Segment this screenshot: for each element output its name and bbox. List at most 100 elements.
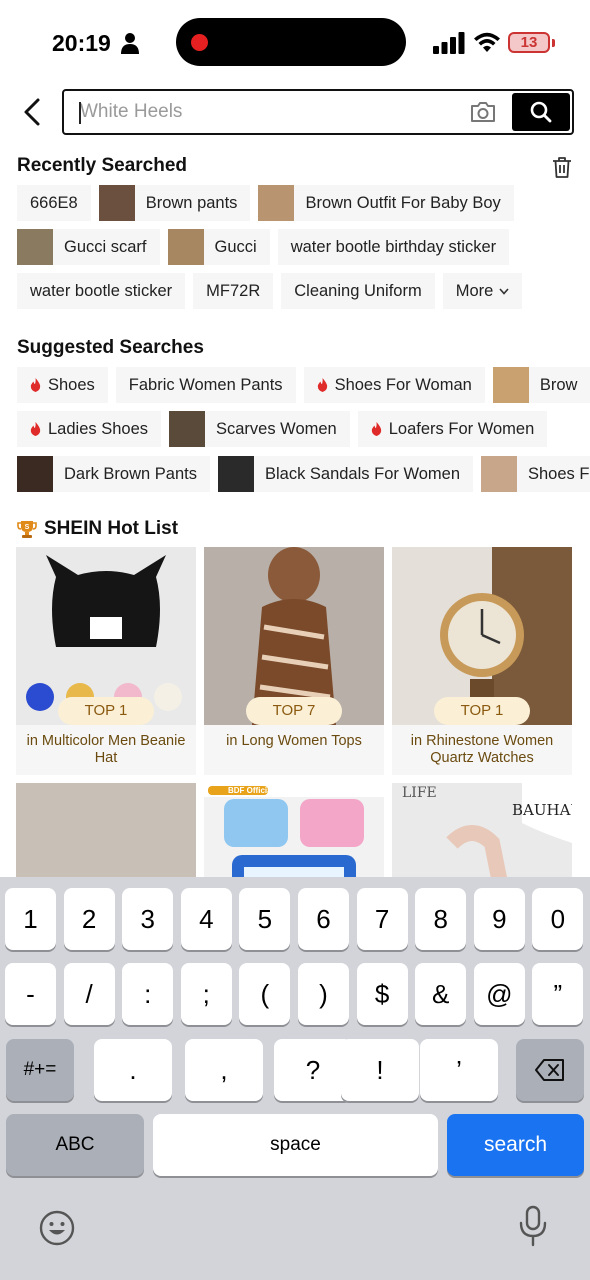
recent-search-chip[interactable]: water bootle sticker [17,273,186,309]
recent-search-chip[interactable]: 666E8 [17,185,91,221]
wifi-icon [474,32,500,52]
recent-search-row: 666E8 Brown pants Brown Outfit For Baby Bo… [17,185,514,221]
suggested-search-chip[interactable]: Scarves Women [169,411,350,447]
chip-label: water bootle sticker [30,281,173,300]
trash-icon[interactable] [551,156,573,178]
hot-list-card[interactable]: TOP 1 in Rhinestone Women Quartz Watches [392,547,572,775]
recent-search-chip[interactable]: Brown pants [98,185,251,221]
chip-label: water bootle birthday sticker [290,237,497,256]
suggested-search-chip[interactable]: Brow [492,367,590,403]
flame-icon [371,422,381,436]
key-symbol[interactable]: ” [532,963,584,1025]
hot-list-title: SHEIN Hot List [44,518,179,539]
key-symbol[interactable]: & [415,963,467,1025]
svg-text:S: S [25,524,30,531]
back-arrow-icon[interactable] [20,96,46,128]
search-input[interactable] [80,91,460,133]
chip-label: Brown Outfit For Baby Boy [305,193,501,212]
backspace-key[interactable] [516,1039,584,1101]
card-caption: in Multicolor Men Beanie Hat [26,733,186,766]
suggested-search-chip[interactable]: Dark Brown Pants [17,456,210,492]
key-5[interactable]: 6 [298,888,349,950]
suggested-search-chip[interactable]: Shoes For Woman [303,367,485,403]
person-icon [121,33,139,54]
recent-search-chip[interactable]: Brown Outfit For Baby Boy [258,185,514,221]
chip-label: Black Sandals For Women [264,464,460,483]
rank-badge: TOP 1 [58,697,154,725]
rank-badge: TOP 7 [246,697,342,725]
key-9[interactable]: 0 [532,888,584,950]
chip-thumbnail [169,411,205,447]
key-symbol[interactable]: - [5,963,56,1025]
key-0[interactable]: 1 [5,888,56,950]
flame-icon [30,422,41,436]
chip-thumbnail [492,367,529,403]
key-punctuation[interactable]: ’ [420,1039,498,1101]
hot-list-card[interactable]: TOP 7 in Long Women Tops [204,547,384,775]
abc-key[interactable]: ABC [6,1114,144,1176]
camera-icon[interactable] [469,100,497,124]
recent-search-chip[interactable]: Gucci scarf [17,229,160,265]
search-bar[interactable] [62,89,574,135]
hot-list-card[interactable]: TOP 1 in Multicolor Men Beanie Hat [16,547,196,775]
chevron-down-icon [499,287,509,295]
key-6[interactable]: 7 [356,888,408,950]
key-1[interactable]: 2 [63,888,115,950]
chip-label: Brow [539,375,578,394]
key-symbol[interactable]: / [63,963,115,1025]
chip-label: Loafers For Women [388,419,535,438]
suggested-search-chip[interactable]: Ladies Shoes [17,411,161,447]
suggested-search-chip[interactable]: Loafers For Women [357,411,548,447]
key-punctuation[interactable]: ! [341,1039,419,1101]
emoji-icon[interactable] [38,1209,76,1247]
symbols-mode-key[interactable]: #+= [6,1039,74,1101]
key-symbol[interactable]: : [122,963,174,1025]
suggested-search-row: Ladies Shoes Scarves Women Loafers For Wom… [17,411,548,447]
key-7[interactable]: 8 [415,888,467,950]
text-caret [79,102,81,124]
recently-searched-title: Recently Searched [17,155,188,176]
suggested-searches-title: Suggested Searches [17,337,204,358]
suggested-search-chip[interactable]: Fabric Women Pants [115,367,296,403]
key-2[interactable]: 3 [122,888,174,950]
key-3[interactable]: 4 [180,888,232,950]
recent-search-chip[interactable]: MF72R [193,273,274,309]
rank-badge: TOP 1 [434,697,530,725]
recent-search-row: water bootle sticker MF72R Cleaning Unifor… [17,273,523,309]
key-8[interactable]: 9 [473,888,525,950]
key-symbol[interactable]: $ [356,963,408,1025]
recent-search-chip[interactable]: water bootle birthday sticker [277,229,510,265]
search-button[interactable] [512,93,570,131]
backspace-icon [535,1059,564,1081]
search-icon [530,101,552,123]
key-punctuation[interactable]: , [185,1039,263,1101]
more-button[interactable]: More [442,273,523,309]
chip-label: Scarves Women [216,419,337,438]
chip-thumbnail [17,229,53,265]
chip-thumbnail [98,185,135,221]
space-key[interactable]: space [153,1114,438,1176]
status-bar: 20:19 13 [0,0,590,86]
chip-label: Shoes For Woman [334,375,472,394]
search-key[interactable]: search [447,1114,584,1176]
key-symbol[interactable]: @ [473,963,525,1025]
key-4[interactable]: 5 [239,888,291,950]
chip-thumbnail [481,456,517,492]
chip-thumbnail [167,229,204,265]
suggested-search-chip[interactable]: Black Sandals For Women [217,456,473,492]
microphone-icon[interactable] [518,1205,548,1247]
recent-search-chip[interactable]: Gucci [167,229,270,265]
recent-search-chip[interactable]: Cleaning Uniform [281,273,435,309]
key-symbol[interactable]: ( [239,963,291,1025]
key-symbol[interactable]: ) [298,963,349,1025]
product-image: TOP 1 [16,547,196,725]
chip-label: Gucci [214,237,257,256]
suggested-search-chip[interactable]: Shoes [17,367,108,403]
hot-list-header: S SHEIN Hot List [17,518,178,540]
key-symbol[interactable]: ; [180,963,232,1025]
chip-label: Cleaning Uniform [294,281,422,300]
suggested-search-chip[interactable]: Shoes F [481,456,590,492]
card-caption: in Long Women Tops [226,733,362,749]
key-punctuation[interactable]: . [94,1039,172,1101]
product-image: TOP 1 [392,547,572,725]
